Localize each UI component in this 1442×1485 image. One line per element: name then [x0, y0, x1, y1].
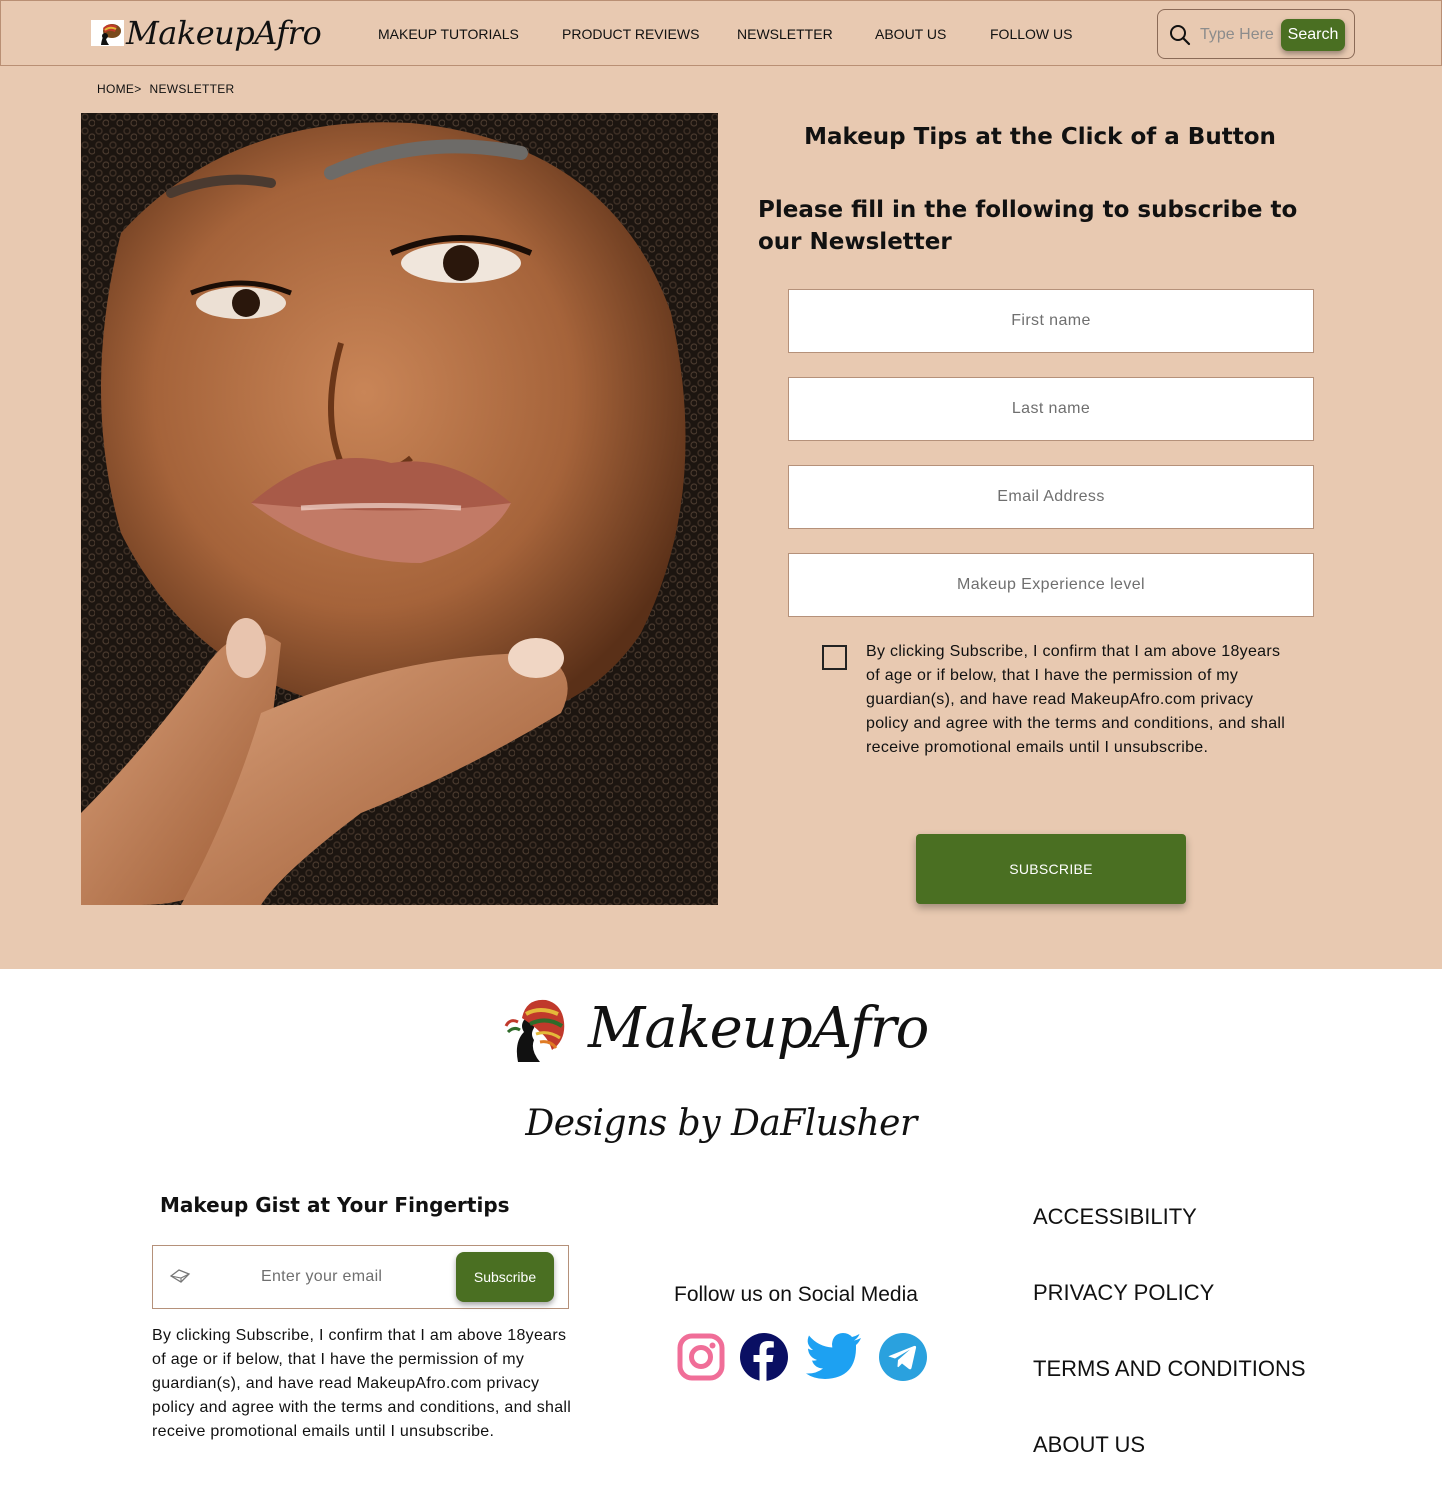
- designer-credits: Designs by DaFlusher: [525, 1103, 917, 1144]
- facebook-icon[interactable]: [739, 1332, 789, 1382]
- nav-makeup-tutorials[interactable]: MAKEUP TUTORIALS: [378, 26, 519, 42]
- envelope-icon: [169, 1268, 191, 1286]
- site-header: MakeupAfro MAKEUP TUTORIALS PRODUCT REVI…: [0, 0, 1442, 66]
- breadcrumb-home[interactable]: HOME>: [97, 82, 142, 96]
- subscribe-button[interactable]: SUBSCRIBE: [916, 834, 1186, 904]
- form-subtitle: Please fill in the following to subscrib…: [758, 197, 1298, 255]
- footer-email-input[interactable]: [261, 1266, 451, 1288]
- email-field[interactable]: [788, 465, 1314, 529]
- twitter-icon[interactable]: [805, 1332, 861, 1382]
- nav-follow-us[interactable]: FOLLOW US: [990, 26, 1072, 42]
- footer-link-about-us[interactable]: ABOUT US: [1033, 1432, 1145, 1458]
- search-button[interactable]: Search: [1281, 19, 1345, 51]
- breadcrumb: HOME> NEWSLETTER: [97, 82, 243, 96]
- footer-link-terms[interactable]: TERMS AND CONDITIONS: [1033, 1356, 1306, 1382]
- site-logo[interactable]: MakeupAfro: [91, 14, 322, 52]
- footer-link-accessibility[interactable]: ACCESSIBILITY: [1033, 1204, 1197, 1230]
- footer-link-privacy-policy[interactable]: PRIVACY POLICY: [1033, 1280, 1214, 1306]
- first-name-field[interactable]: [788, 289, 1314, 353]
- search-bar: Search: [1157, 9, 1355, 59]
- logo-emblem-icon: [500, 992, 570, 1064]
- form-title: Makeup Tips at the Click of a Button: [804, 124, 1276, 150]
- footer-consent-text: By clicking Subscribe, I confirm that I …: [152, 1327, 572, 1440]
- consent-text: By clicking Subscribe, I confirm that I …: [866, 643, 1286, 756]
- experience-level-field[interactable]: [788, 553, 1314, 617]
- last-name-field[interactable]: [788, 377, 1314, 441]
- hero-portrait-image: [81, 113, 718, 905]
- instagram-icon[interactable]: [676, 1332, 726, 1382]
- nav-newsletter[interactable]: NEWSLETTER: [737, 26, 833, 42]
- social-title: Follow us on Social Media: [674, 1283, 918, 1306]
- nav-product-reviews[interactable]: PRODUCT REVIEWS: [562, 26, 699, 42]
- telegram-icon[interactable]: [878, 1332, 928, 1382]
- footer-email-form: Subscribe: [152, 1245, 569, 1309]
- search-icon: [1169, 24, 1191, 46]
- footer-brand-name: MakeupAfro: [588, 995, 929, 1061]
- breadcrumb-current: NEWSLETTER: [149, 82, 235, 96]
- consent-checkbox[interactable]: [822, 645, 847, 670]
- footer-subscribe-button[interactable]: Subscribe: [456, 1252, 554, 1302]
- footer-newsletter-title: Makeup Gist at Your Fingertips: [160, 1193, 510, 1217]
- nav-about-us[interactable]: ABOUT US: [875, 26, 946, 42]
- newsletter-section: HOME> NEWSLETTER Makeup Tips at the Clic…: [0, 66, 1442, 969]
- search-input[interactable]: [1200, 24, 1280, 46]
- footer-logo[interactable]: MakeupAfro: [500, 992, 929, 1064]
- brand-name: MakeupAfro: [126, 14, 322, 52]
- logo-emblem-icon: [91, 20, 124, 46]
